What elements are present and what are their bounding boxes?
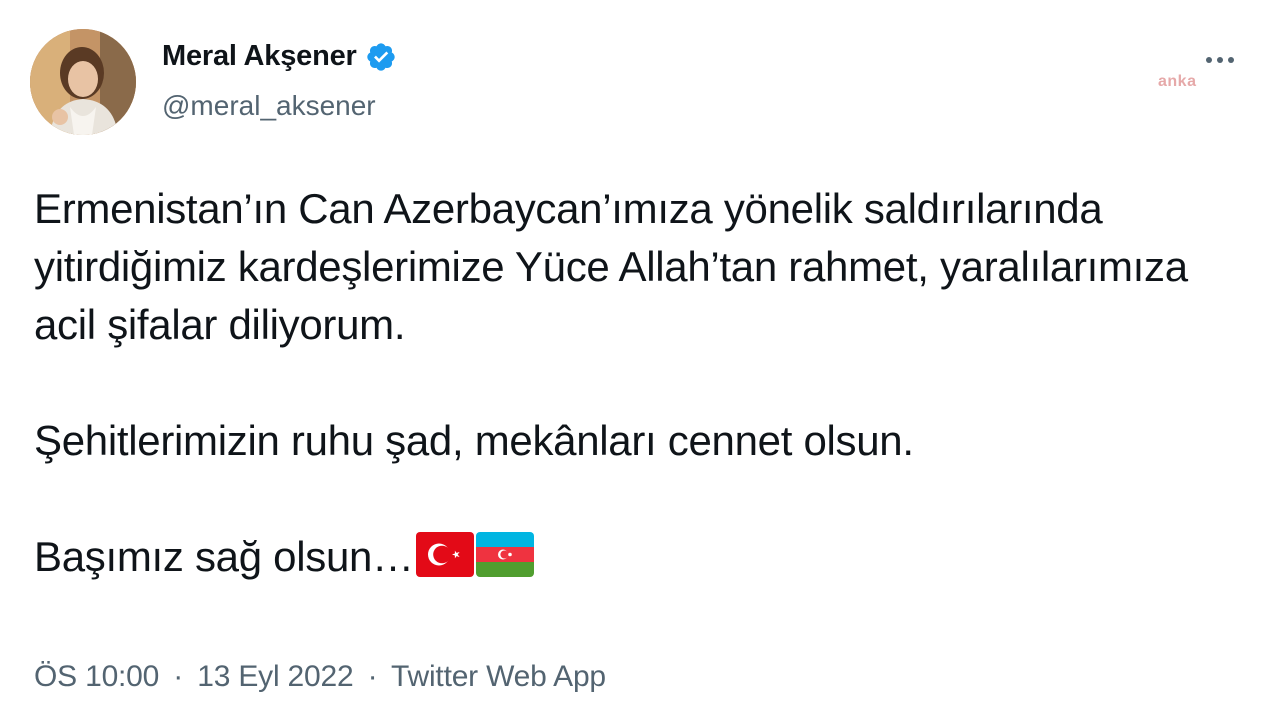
more-dot-icon [1228, 57, 1234, 63]
tweet-paragraph-last: Başımız sağ olsun… [34, 528, 1254, 586]
author-handle[interactable]: @meral_aksener [162, 90, 376, 122]
meta-separator: · [367, 660, 378, 693]
avatar-photo [30, 29, 136, 135]
azerbaijan-flag-icon [475, 532, 534, 577]
turkey-flag-icon [415, 532, 474, 577]
more-dot-icon [1217, 57, 1223, 63]
tweet-source[interactable]: Twitter Web App [391, 660, 606, 693]
tweet-time[interactable]: ÖS 10:00 [34, 660, 159, 693]
verified-badge-icon [365, 41, 397, 73]
avatar[interactable] [30, 29, 136, 135]
tweet-paragraph-text: Başımız sağ olsun… [34, 533, 414, 580]
more-dot-icon [1206, 57, 1212, 63]
tweet-date[interactable]: 13 Eyl 2022 [197, 660, 353, 693]
more-options-button[interactable] [1196, 48, 1244, 72]
tweet-paragraph: Şehitlerimizin ruhu şad, mekânları cenne… [34, 417, 914, 464]
meta-separator: · [173, 660, 184, 693]
author-name-row[interactable]: Meral Akşener [162, 40, 397, 73]
tweet-paragraph: Ermenistan’ın Can Azerbaycan’ımıza yönel… [34, 185, 1188, 348]
tweet-text: Ermenistan’ın Can Azerbaycan’ımıza yönel… [34, 180, 1254, 586]
tweet-card: Meral Akşener @meral_aksener anka Ermeni… [0, 0, 1280, 720]
tweet-meta: ÖS 10:00 · 13 Eyl 2022 · Twitter Web App [34, 660, 606, 694]
author-display-name[interactable]: Meral Akşener [162, 40, 357, 73]
watermark-logo: anka [1158, 73, 1197, 90]
